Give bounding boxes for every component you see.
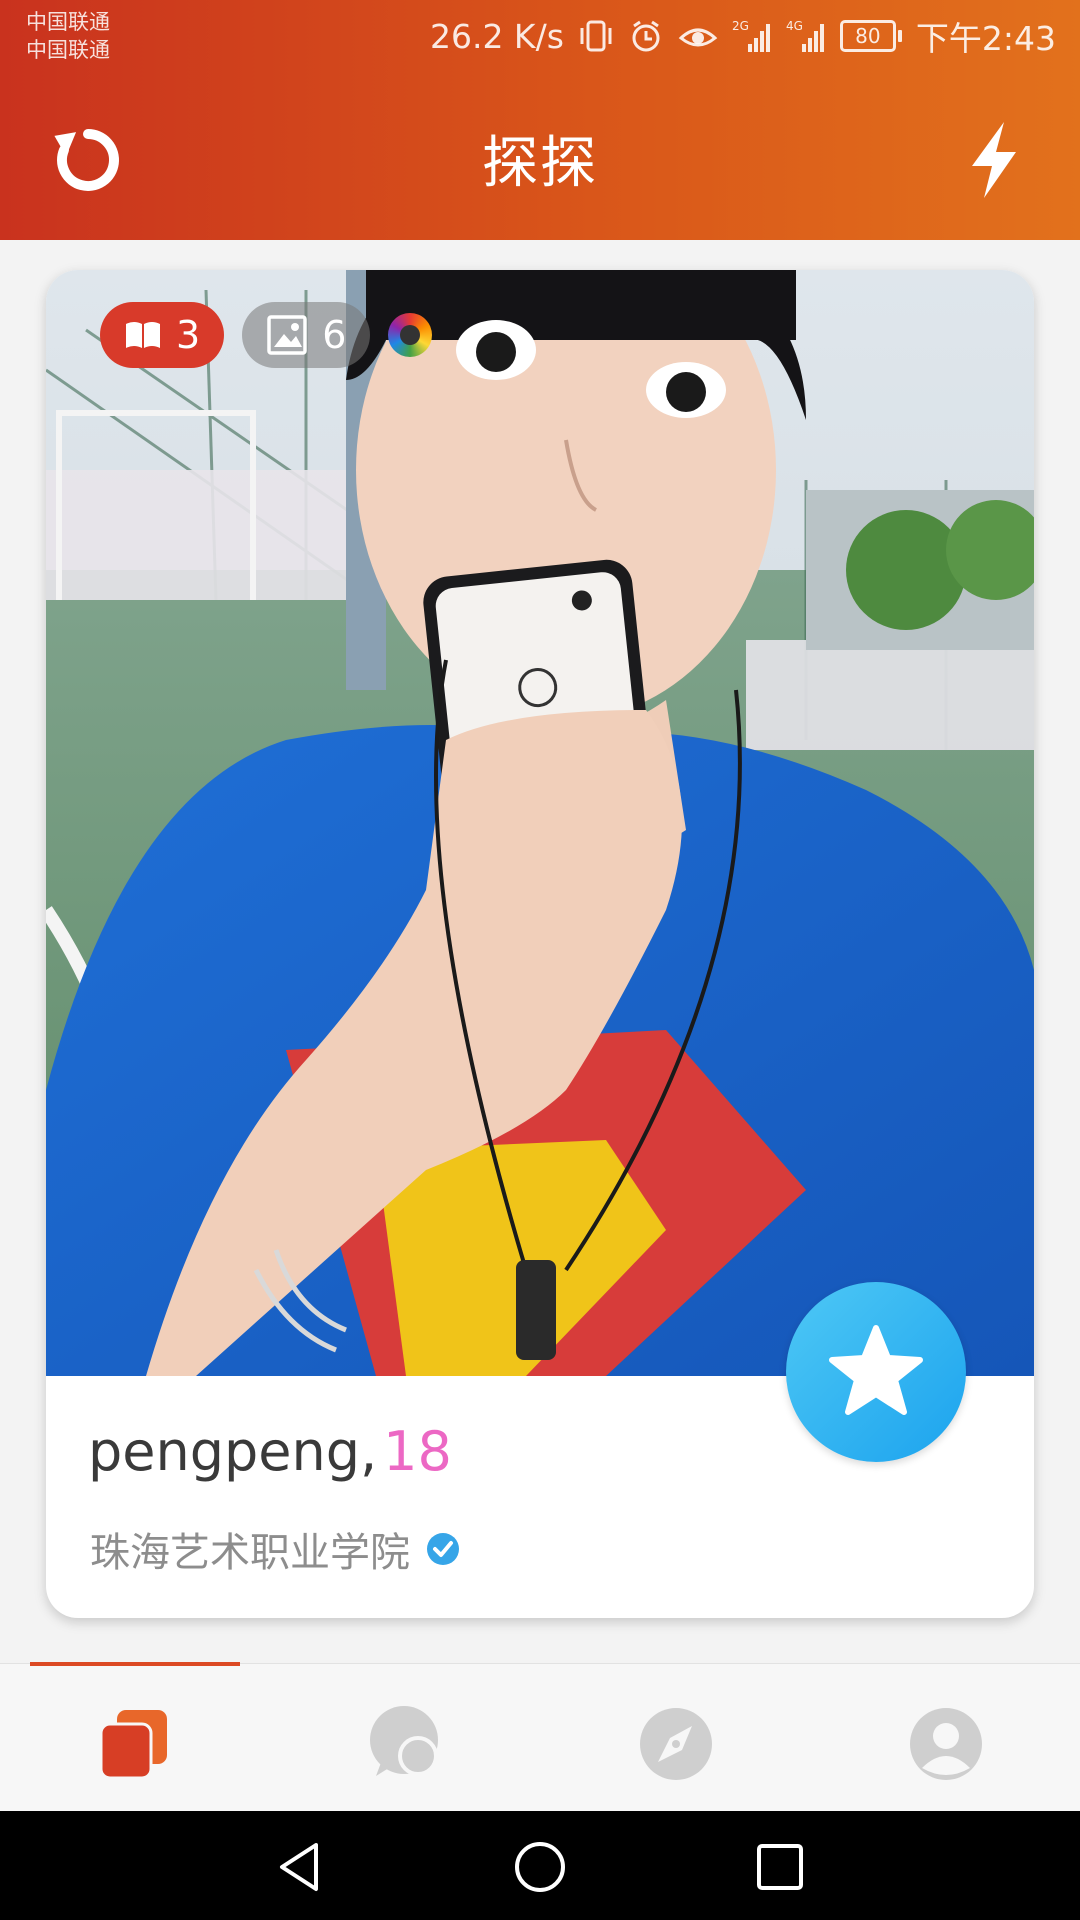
eye-icon — [678, 28, 718, 47]
color-wheel-icon[interactable] — [388, 313, 433, 357]
star-icon — [829, 1325, 923, 1415]
book-icon — [126, 322, 160, 348]
signal-icon: 2G — [732, 19, 770, 52]
profile-school-line: 珠海艺术职业学院 — [90, 1520, 460, 1578]
system-nav-bar — [0, 1811, 1080, 1920]
cards-icon[interactable] — [95, 1704, 175, 1784]
title-bar: 探探 — [0, 76, 1080, 240]
profile-name-line: pengpeng, 18 — [88, 1420, 452, 1483]
battery-icon: 80 — [839, 20, 902, 52]
status-bar: 中国联通 中国联通 26.2 K/s 2G 4G 80 下午2:43 — [0, 0, 1080, 76]
recent-apps-icon[interactable] — [752, 1839, 808, 1895]
moments-count: 3 — [176, 313, 201, 357]
status-indicators: 26.2 K/s 2G 4G 80 下午2:43 — [429, 14, 1056, 59]
alarm-icon — [632, 20, 660, 52]
signal-1-label: 2G — [732, 19, 749, 33]
battery-level: 80 — [839, 20, 896, 52]
super-like-button[interactable] — [786, 1282, 966, 1462]
photo-illustration — [46, 270, 1034, 1376]
lightning-icon[interactable] — [958, 120, 1030, 200]
verified-icon — [427, 1533, 459, 1565]
back-icon[interactable] — [272, 1839, 328, 1895]
net-speed: 26.2 K/s — [429, 16, 564, 56]
image-icon — [267, 315, 307, 355]
bottom-nav — [0, 1662, 1080, 1811]
profile-photo[interactable]: 3 6 — [46, 270, 1034, 1376]
photos-count: 6 — [322, 313, 347, 357]
signal-2-label: 4G — [786, 19, 803, 33]
app-header: 中国联通 中国联通 26.2 K/s 2G 4G 80 下午2:43 探探 — [0, 0, 1080, 240]
clock: 下午2:43 — [915, 19, 1056, 58]
carrier-info: 中国联通 中国联通 — [26, 8, 110, 64]
moments-badge[interactable]: 3 — [100, 302, 225, 368]
profile-name: pengpeng, — [88, 1420, 378, 1483]
nav-active-indicator — [30, 1662, 240, 1666]
photos-badge[interactable]: 6 — [242, 302, 371, 368]
chat-icon[interactable] — [366, 1704, 446, 1784]
carrier-1: 中国联通 — [26, 10, 110, 34]
carrier-2: 中国联通 — [26, 38, 110, 62]
compass-icon[interactable] — [636, 1704, 716, 1784]
vibrate-icon — [580, 20, 612, 52]
profile-age: 18 — [383, 1420, 452, 1483]
home-icon[interactable] — [512, 1839, 568, 1895]
profile-icon[interactable] — [906, 1704, 986, 1784]
profile-school: 珠海艺术职业学院 — [90, 1530, 410, 1576]
signal-icon: 4G — [786, 19, 824, 52]
photo-badges: 3 6 — [100, 302, 433, 368]
page-title: 探探 — [482, 131, 598, 196]
